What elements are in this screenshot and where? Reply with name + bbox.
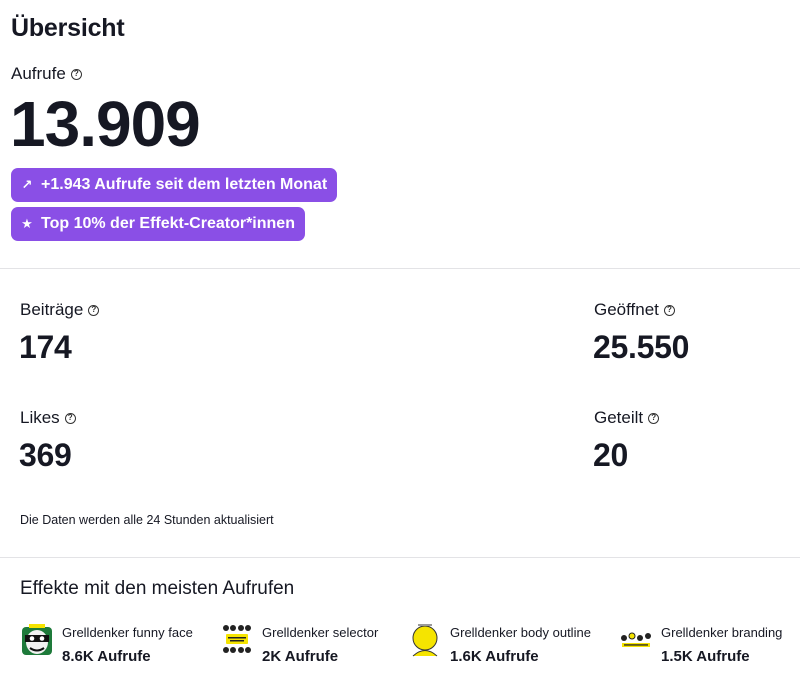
divider bbox=[0, 268, 800, 269]
body-outline-thumbnail bbox=[412, 624, 438, 657]
creator-rank-text: Top 10% der Effekt-Creator*innen bbox=[41, 215, 295, 232]
page-title: Übersicht bbox=[11, 14, 125, 42]
help-icon[interactable]: ? bbox=[88, 304, 100, 316]
effect-card-funny-face[interactable]: Grelldenker funny face 8.6K Aufrufe bbox=[20, 621, 193, 665]
stat-likes-value: 369 bbox=[19, 437, 72, 473]
divider bbox=[0, 557, 800, 558]
help-icon[interactable]: ? bbox=[663, 304, 675, 316]
stat-shared-label: Geteilt bbox=[594, 408, 644, 427]
selector-thumbnail bbox=[223, 625, 251, 653]
effect-name: Grelldenker branding bbox=[661, 625, 783, 640]
top-effects-title: Effekte mit den meisten Aufrufen bbox=[20, 578, 295, 599]
effect-views: 1.5K Aufrufe bbox=[661, 648, 750, 665]
star-icon: ★ bbox=[21, 216, 33, 231]
effect-name: Grelldenker body outline bbox=[450, 625, 591, 640]
effect-card-branding[interactable]: Grelldenker branding 1.5K Aufrufe bbox=[619, 621, 782, 665]
effect-views: 2K Aufrufe bbox=[262, 648, 339, 665]
effect-card-body-outline[interactable]: Grelldenker body outline 1.6K Aufrufe bbox=[408, 621, 591, 665]
help-icon[interactable]: ? bbox=[64, 412, 76, 424]
effect-views: 8.6K Aufrufe bbox=[62, 648, 151, 665]
branding-thumbnail bbox=[621, 632, 651, 647]
stat-likes-label-row: Likes ? bbox=[20, 408, 76, 428]
views-growth-text: +1.943 Aufrufe seit dem letzten Monat bbox=[41, 176, 328, 193]
stat-opened-label: Geöffnet bbox=[594, 300, 659, 319]
help-icon[interactable]: ? bbox=[648, 412, 660, 424]
effect-card-selector[interactable]: Grelldenker selector 2K Aufrufe bbox=[220, 621, 378, 665]
stat-posts-label-row: Beiträge ? bbox=[20, 300, 100, 320]
help-icon[interactable]: ? bbox=[70, 68, 82, 80]
views-total: 13.909 bbox=[10, 88, 201, 160]
stat-shared-label-row: Geteilt ? bbox=[594, 408, 660, 428]
stat-posts-value: 174 bbox=[19, 329, 72, 365]
views-growth-badge: ↗ +1.943 Aufrufe seit dem letzten Monat bbox=[11, 168, 338, 202]
stat-opened-value: 25.550 bbox=[593, 329, 690, 365]
effect-views: 1.6K Aufrufe bbox=[450, 648, 539, 665]
stat-shared-value: 20 bbox=[593, 437, 628, 473]
stat-opened-label-row: Geöffnet ? bbox=[594, 300, 675, 320]
effect-name: Grelldenker funny face bbox=[62, 625, 193, 640]
stat-posts-label: Beiträge bbox=[20, 300, 84, 319]
creator-rank-badge: ★ Top 10% der Effekt-Creator*innen bbox=[11, 207, 305, 241]
effect-name: Grelldenker selector bbox=[262, 625, 379, 640]
funny-face-thumbnail bbox=[22, 624, 52, 655]
stat-likes-label: Likes bbox=[20, 408, 60, 427]
views-label-row: Aufrufe ? bbox=[11, 64, 82, 84]
arrow-up-right-icon: ↗ bbox=[21, 177, 33, 192]
views-label: Aufrufe bbox=[11, 64, 66, 83]
update-note: Die Daten werden alle 24 Stunden aktuali… bbox=[20, 513, 274, 527]
